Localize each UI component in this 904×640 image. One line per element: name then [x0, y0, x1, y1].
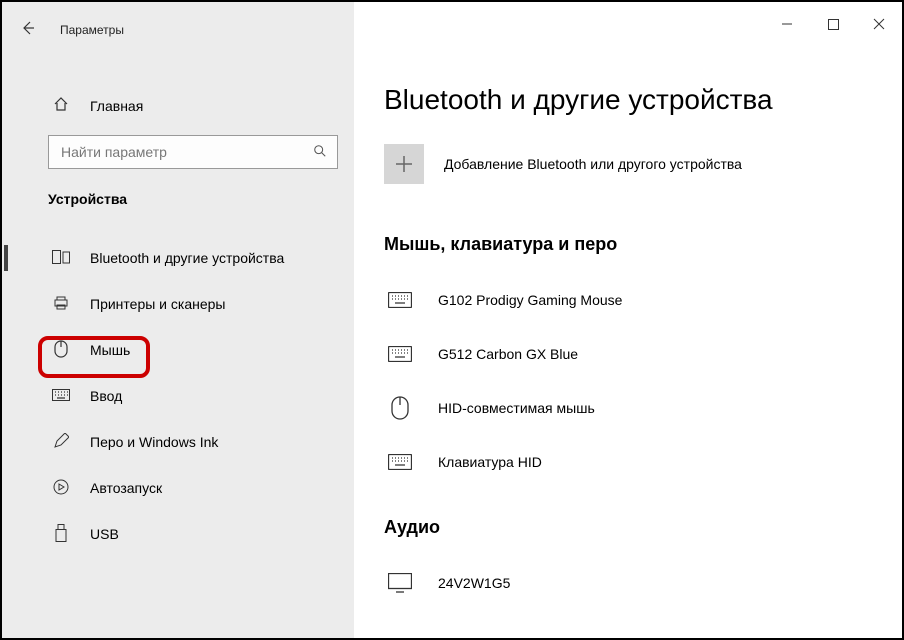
device-row[interactable]: 24V2W1G5: [384, 556, 872, 610]
device-row[interactable]: G102 Prodigy Gaming Mouse: [384, 273, 872, 327]
nav-label: Перо и Windows Ink: [90, 434, 218, 450]
close-button[interactable]: [856, 8, 902, 40]
category-label: Устройства: [2, 169, 354, 217]
sidebar: Параметры Главная Устройства Bluetoo: [2, 2, 354, 638]
pen-icon: [52, 433, 70, 452]
window-controls: [354, 2, 902, 50]
printer-icon: [52, 295, 70, 314]
keyboard-icon: [386, 454, 414, 470]
nav-list: Bluetooth и другие устройства Принтеры и…: [2, 235, 354, 557]
nav-mouse[interactable]: Мышь: [2, 327, 354, 373]
window-title: Параметры: [60, 23, 124, 37]
autoplay-icon: [52, 479, 70, 498]
device-name: G512 Carbon GX Blue: [438, 346, 578, 362]
nav-label: Автозапуск: [90, 480, 162, 496]
section-mouse-keyboard-pen: Мышь, клавиатура и перо: [384, 234, 872, 255]
nav-label: Принтеры и сканеры: [90, 296, 225, 312]
search-container: [2, 129, 354, 169]
nav-label: Мышь: [90, 342, 130, 358]
add-device-button[interactable]: [384, 144, 424, 184]
device-name: 24V2W1G5: [438, 575, 510, 591]
minimize-button[interactable]: [764, 8, 810, 40]
main-content: Bluetooth и другие устройства Добавление…: [354, 2, 902, 638]
back-arrow-icon[interactable]: [20, 20, 36, 41]
devices-icon: [52, 250, 70, 267]
device-row[interactable]: G512 Carbon GX Blue: [384, 327, 872, 381]
add-device-row[interactable]: Добавление Bluetooth или другого устройс…: [384, 144, 872, 184]
nav-home[interactable]: Главная: [2, 82, 354, 129]
device-name: G102 Prodigy Gaming Mouse: [438, 292, 622, 308]
home-label: Главная: [90, 98, 143, 114]
keyboard-icon: [386, 346, 414, 362]
keyboard-icon: [386, 292, 414, 308]
nav-pen[interactable]: Перо и Windows Ink: [2, 419, 354, 465]
device-row[interactable]: Клавиатура HID: [384, 435, 872, 489]
titlebar-left: Параметры: [2, 10, 354, 50]
maximize-button[interactable]: [810, 8, 856, 40]
nav-label: USB: [90, 526, 119, 542]
nav-usb[interactable]: USB: [2, 511, 354, 557]
nav-label: Bluetooth и другие устройства: [90, 250, 284, 266]
section-audio: Аудио: [384, 517, 872, 538]
monitor-icon: [386, 573, 414, 593]
nav-bluetooth[interactable]: Bluetooth и другие устройства: [2, 235, 354, 281]
nav-label: Ввод: [90, 388, 122, 404]
search-input[interactable]: [59, 143, 313, 161]
search-box[interactable]: [48, 135, 338, 169]
nav-autoplay[interactable]: Автозапуск: [2, 465, 354, 511]
search-icon: [313, 144, 327, 161]
mouse-icon: [52, 340, 70, 361]
page-title: Bluetooth и другие устройства: [384, 84, 872, 116]
device-name: Клавиатура HID: [438, 454, 542, 470]
add-device-label: Добавление Bluetooth или другого устройс…: [444, 156, 742, 172]
keyboard-icon: [52, 388, 70, 404]
device-row[interactable]: HID-совместимая мышь: [384, 381, 872, 435]
device-name: HID-совместимая мышь: [438, 400, 595, 416]
settings-window: Параметры Главная Устройства Bluetoo: [2, 2, 902, 638]
usb-icon: [52, 524, 70, 545]
home-icon: [52, 96, 70, 115]
nav-printers[interactable]: Принтеры и сканеры: [2, 281, 354, 327]
nav-typing[interactable]: Ввод: [2, 373, 354, 419]
mouse-icon: [386, 396, 414, 420]
